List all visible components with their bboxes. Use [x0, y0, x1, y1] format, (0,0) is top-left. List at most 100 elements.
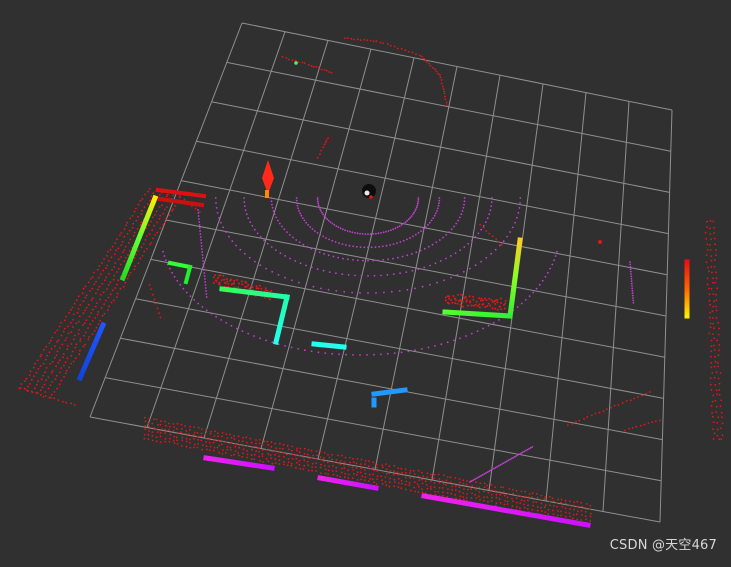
pointcloud-point: [457, 219, 460, 222]
laser-point: [109, 248, 112, 251]
laser-point: [90, 299, 93, 301]
grid-line-vertical: [545, 92, 587, 502]
laser-point: [213, 281, 215, 284]
laser-point: [512, 492, 514, 495]
laser-point: [110, 256, 113, 259]
pointcloud-point: [294, 260, 297, 262]
laser-point: [268, 298, 271, 301]
laser-point: [414, 481, 416, 483]
laser-point: [148, 233, 151, 236]
pointcloud-point: [230, 324, 233, 327]
laser-point: [261, 443, 264, 446]
laser-point: [217, 439, 220, 442]
pointcloud-point: [392, 243, 395, 246]
pointcloud-point: [316, 268, 319, 271]
laser-point: [279, 447, 281, 450]
laser-point: [580, 519, 582, 521]
pointcloud-point: [431, 243, 434, 246]
pointcloud-point: [270, 246, 273, 248]
robot-led: [369, 195, 373, 199]
laser-point: [218, 444, 221, 447]
laser-point: [144, 424, 147, 427]
laser-point: [519, 502, 522, 505]
pointcloud-point: [459, 216, 461, 219]
marker-blue: [371, 387, 408, 397]
green-hook: [167, 260, 193, 270]
laser-point: [462, 482, 465, 485]
laser-point: [144, 193, 147, 196]
laser-point: [193, 438, 195, 440]
laser-point: [500, 302, 502, 305]
laser-point: [302, 456, 305, 458]
pointcloud-point: [335, 225, 338, 228]
pointcloud-point: [312, 285, 315, 288]
laser-point: [486, 496, 489, 498]
laser-point: [143, 433, 146, 436]
pointcloud-point: [393, 352, 396, 354]
laser-point: [140, 213, 143, 215]
laser-point: [275, 447, 277, 450]
laser-point: [303, 447, 306, 450]
laser-point: [459, 495, 462, 498]
laser-point: [298, 463, 301, 466]
laser-point: [103, 312, 106, 315]
laser-point: [221, 435, 223, 438]
pointcloud-point: [478, 475, 481, 478]
pointcloud-point: [553, 259, 555, 262]
pointcloud-point: [438, 239, 441, 241]
pointcloud-point: [200, 245, 203, 247]
rviz-3d-viewport[interactable]: CSDN @天空467: [0, 0, 731, 562]
laser-point: [159, 432, 162, 434]
laser-point: [155, 428, 158, 431]
laser-point: [711, 271, 713, 274]
wall-marker-center: [219, 286, 290, 300]
laser-point: [129, 271, 132, 274]
laser-point: [404, 476, 407, 479]
floor-marker-magenta: [421, 493, 591, 528]
pointcloud-point: [327, 219, 330, 222]
laser-point: [713, 266, 716, 268]
laser-point: [312, 454, 314, 457]
laser-point: [442, 482, 445, 485]
laser-point: [75, 343, 78, 346]
laser-point: [119, 287, 122, 290]
pointcloud-point: [281, 225, 283, 228]
laser-point: [500, 486, 502, 488]
laser-point: [462, 496, 464, 498]
laser-point: [384, 476, 387, 478]
pointcloud-point: [446, 341, 449, 344]
pointcloud-point: [263, 239, 265, 242]
laser-point: [158, 218, 161, 220]
laser-point: [142, 243, 145, 245]
laser-point: [137, 215, 139, 218]
pointcloud-point: [387, 258, 389, 261]
laser-point: [645, 392, 648, 395]
pointcloud-point: [389, 244, 391, 246]
laser-point: [135, 219, 138, 222]
laser-point: [414, 490, 417, 493]
laser-point: [91, 297, 94, 299]
pointcloud-point: [248, 256, 251, 259]
laser-point: [65, 315, 67, 318]
floor-marker-magenta: [203, 455, 275, 471]
pointcloud-point: [382, 259, 384, 261]
laser-point: [123, 228, 126, 230]
pointcloud-point: [243, 252, 246, 255]
laser-point: [201, 444, 204, 446]
laser-point: [540, 506, 542, 509]
laser-point: [465, 296, 468, 299]
laser-point: [715, 405, 718, 408]
pointcloud-point: [413, 211, 415, 214]
laser-point: [404, 483, 407, 486]
laser-point: [303, 62, 306, 65]
laser-point: [556, 514, 559, 517]
laser-point: [63, 375, 65, 378]
pointcloud-point: [197, 212, 200, 214]
pointcloud-point: [471, 239, 473, 242]
laser-point: [463, 297, 466, 300]
pointcloud-scene[interactable]: [0, 0, 731, 562]
laser-point: [526, 508, 529, 510]
laser-point: [438, 478, 441, 481]
laser-point: [458, 481, 461, 484]
pointcloud-point: [380, 232, 382, 234]
